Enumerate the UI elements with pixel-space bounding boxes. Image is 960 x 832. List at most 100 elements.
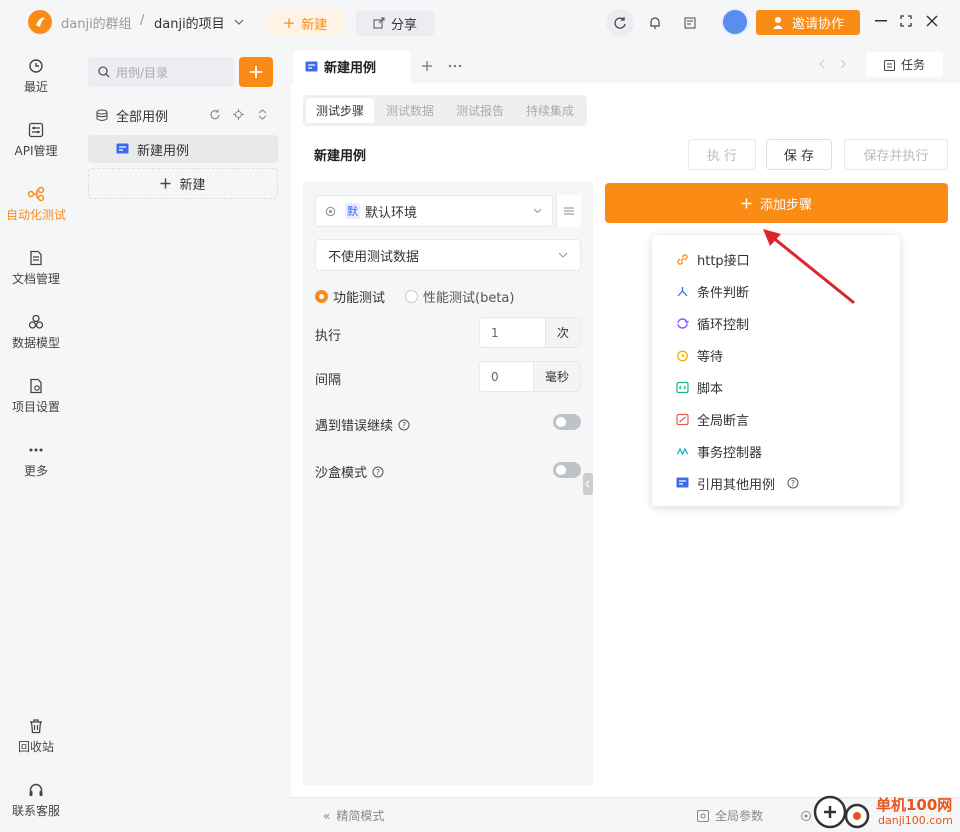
close-icon[interactable] — [926, 15, 938, 27]
trash-icon — [30, 718, 42, 733]
run-count-input[interactable]: 1 次 — [479, 317, 581, 348]
search-input[interactable]: 用例/目录 — [88, 57, 234, 87]
tab-test-steps[interactable]: 测试步骤 — [306, 98, 374, 123]
rail-item-api[interactable]: API管理 — [0, 114, 72, 166]
breadcrumb-project[interactable]: danji的项目 — [154, 13, 225, 32]
invite-button[interactable]: 邀请协作 — [756, 10, 860, 35]
chevron-down-icon — [558, 252, 568, 258]
chevron-left-icon[interactable] — [818, 59, 826, 69]
timer-icon — [677, 350, 688, 361]
rail-item-models[interactable]: 数据模型 — [0, 306, 72, 358]
add-case-button[interactable] — [239, 57, 273, 87]
interval-input[interactable]: 0 毫秒 — [479, 361, 581, 392]
menu-item-assert[interactable]: 全局断言 — [676, 408, 749, 430]
menu-item-wait[interactable]: 等待 — [676, 344, 723, 366]
tab-test-data[interactable]: 测试数据 — [376, 98, 444, 123]
radio-functional[interactable]: 功能测试 — [315, 287, 385, 306]
continue-on-error-row: 遇到错误继续 ? — [315, 415, 410, 434]
watermark-url: danji100.com — [878, 814, 953, 827]
global-params-button[interactable]: 全局参数 — [697, 807, 763, 824]
rail-item-automation[interactable]: 自动化测试 — [0, 178, 72, 230]
bell-icon[interactable] — [641, 9, 669, 37]
database-icon — [96, 109, 108, 121]
menu-item-transaction[interactable]: 事务控制器 — [676, 440, 762, 462]
help-icon[interactable]: ? — [787, 477, 799, 489]
rail-item-trash[interactable]: 回收站 — [0, 710, 72, 762]
menu-item-loop[interactable]: 循环控制 — [676, 312, 749, 334]
assert-icon — [676, 413, 689, 425]
rail-item-settings[interactable]: 项目设置 — [0, 370, 72, 422]
menu-icon — [564, 207, 574, 215]
menu-item-condition[interactable]: 条件判断 — [676, 280, 749, 302]
case-icon — [116, 143, 129, 154]
new-button[interactable]: + 新建 — [266, 10, 344, 36]
run-count-unit: 次 — [545, 318, 580, 347]
page-title: 新建用例 — [314, 149, 367, 164]
radio-performance[interactable]: 性能测试(beta) — [405, 287, 514, 306]
env-badge: 默 — [345, 203, 360, 219]
case-icon — [305, 61, 318, 71]
tab-test-report[interactable]: 测试报告 — [446, 98, 514, 123]
add-step-button[interactable]: 添加步骤 — [605, 183, 948, 223]
rail-item-docs[interactable]: 文档管理 — [0, 242, 72, 294]
env-menu-button[interactable] — [556, 195, 581, 227]
reference-icon — [676, 477, 689, 488]
sandbox-toggle[interactable] — [553, 462, 581, 478]
menu-item-reference[interactable]: 引用其他用例 ? — [676, 472, 799, 494]
share-button[interactable]: 分享 — [356, 10, 434, 36]
svg-text:?: ? — [402, 421, 406, 430]
simple-mode-button[interactable]: « 精简模式 — [323, 807, 384, 824]
config-panel — [303, 182, 593, 785]
radio-checked-icon — [315, 290, 328, 303]
task-button[interactable]: 任务 — [866, 52, 943, 77]
help-icon[interactable]: ? — [372, 466, 384, 478]
transaction-icon — [676, 447, 689, 455]
double-chevron-left-icon: « — [323, 808, 331, 823]
tree-root[interactable]: 全部用例 — [88, 101, 278, 129]
tab-new-case[interactable]: 新建用例 — [293, 50, 410, 83]
rail-item-support[interactable]: 联系客服 — [0, 774, 72, 826]
chevron-left-icon — [585, 480, 590, 488]
refresh-icon[interactable] — [606, 9, 634, 37]
minimize-icon[interactable] — [875, 20, 887, 22]
tree-item-new-case[interactable]: 新建用例 — [88, 135, 278, 163]
chevron-down-icon[interactable] — [234, 17, 244, 27]
notes-icon[interactable] — [676, 9, 704, 37]
avatar[interactable] — [721, 8, 749, 36]
plus-icon: + — [282, 14, 296, 32]
continue-on-error-toggle[interactable] — [553, 414, 581, 430]
rail-item-more[interactable]: 更多 — [0, 434, 72, 486]
save-and-run-button[interactable]: 保存并执行 — [844, 139, 948, 170]
help-icon[interactable]: ? — [398, 419, 410, 431]
more-tabs-icon[interactable] — [448, 64, 462, 68]
save-button[interactable]: 保 存 — [766, 139, 832, 170]
collapse-panel-handle[interactable] — [583, 473, 593, 495]
clock-icon — [29, 58, 43, 73]
tree-new-button[interactable]: 新建 — [88, 168, 278, 199]
locate-icon[interactable] — [233, 109, 244, 120]
loop-icon — [677, 317, 689, 329]
environment-select[interactable]: 默 默认环境 — [315, 195, 553, 227]
test-data-select[interactable]: 不使用测试数据 — [315, 239, 581, 271]
search-icon — [98, 66, 110, 78]
expand-collapse-icon[interactable] — [258, 109, 267, 120]
run-button[interactable]: 执 行 — [688, 139, 756, 170]
gear-icon — [325, 206, 336, 216]
rail-item-recent[interactable]: 最近 — [0, 50, 72, 102]
maximize-icon[interactable] — [900, 15, 912, 27]
breadcrumb-separator: / — [140, 13, 145, 28]
automation-icon — [27, 186, 45, 201]
tab-ci[interactable]: 持续集成 — [516, 98, 584, 123]
interval-unit: 毫秒 — [533, 362, 580, 391]
radio-unchecked-icon — [405, 290, 418, 303]
watermark: 单机100网 danji100.com — [812, 792, 960, 832]
refresh-icon[interactable] — [209, 109, 220, 120]
menu-item-script[interactable]: 脚本 — [676, 376, 723, 398]
code-icon — [676, 381, 689, 393]
chevron-right-icon[interactable] — [839, 59, 847, 69]
menu-item-http[interactable]: http接口 — [676, 248, 750, 270]
interval-label: 间隔 — [315, 373, 342, 388]
add-tab-icon[interactable] — [421, 60, 433, 72]
breadcrumb-group[interactable]: danji的群组 — [61, 13, 132, 32]
params-icon — [697, 809, 709, 822]
